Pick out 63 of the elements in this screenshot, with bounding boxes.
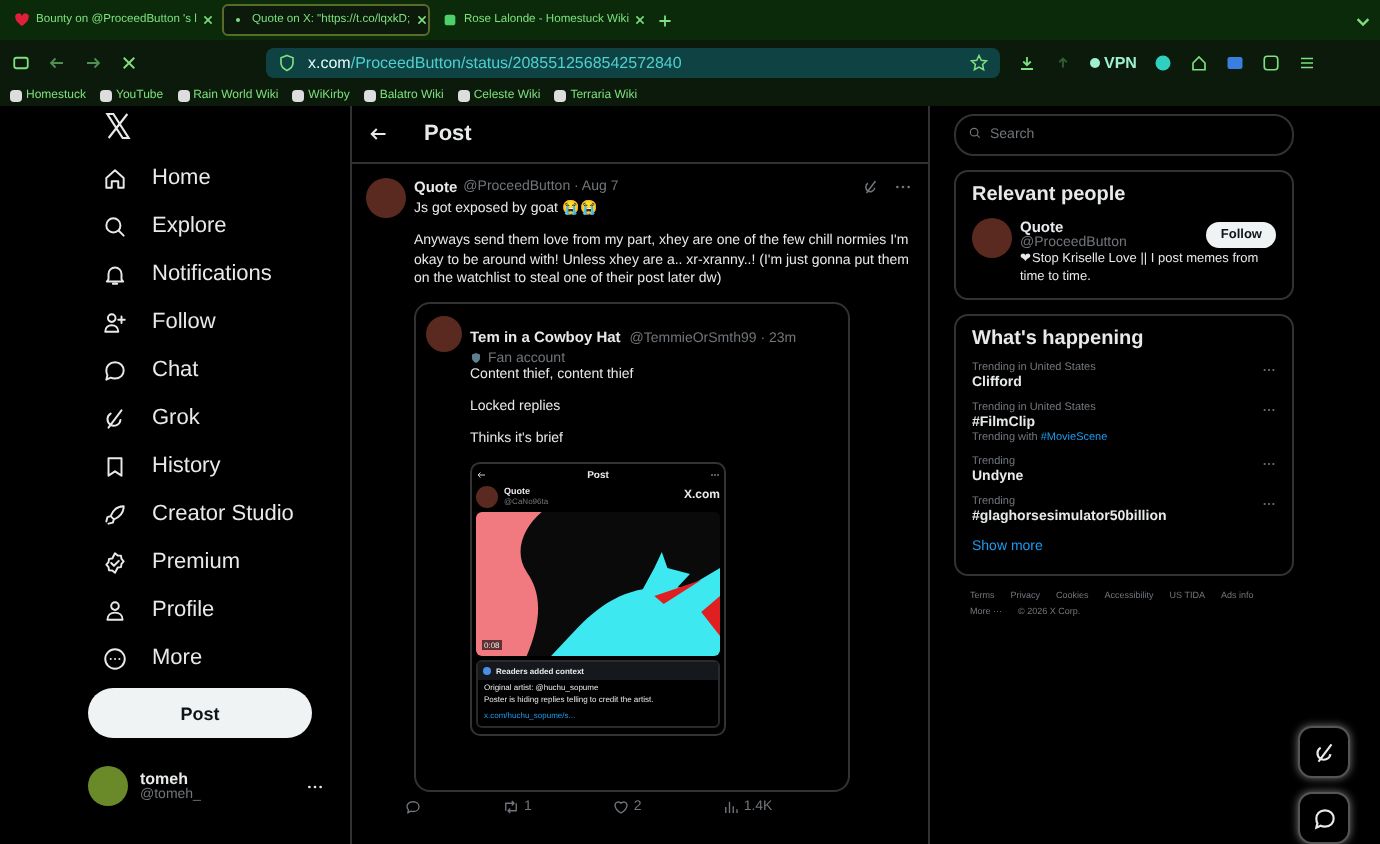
nav-item[interactable]: Creator Studio	[88, 490, 350, 538]
repost-icon	[502, 797, 520, 816]
badge-check-icon	[102, 549, 128, 575]
shield-icon	[278, 53, 296, 71]
nav-item[interactable]: History	[88, 442, 350, 490]
post-button[interactable]: Post	[88, 688, 312, 738]
close-icon[interactable]	[202, 14, 215, 26]
grok-button[interactable]	[1298, 726, 1350, 778]
nav-item[interactable]: Chat	[88, 346, 350, 394]
nav-item[interactable]: Premium	[88, 538, 350, 586]
page-title: Post	[424, 122, 472, 146]
menu-icon[interactable]	[1298, 53, 1317, 71]
house-icon	[102, 165, 128, 191]
reply-action[interactable]	[404, 797, 422, 816]
speech-bubble-icon	[1311, 805, 1337, 831]
quoted-post[interactable]	[414, 301, 850, 792]
person-plus-icon	[102, 309, 128, 335]
address-bar[interactable]: x.com/ProceedButton/status/2085512568542572840	[266, 47, 1000, 77]
heart-icon	[611, 797, 630, 816]
person-icon	[102, 597, 128, 623]
nav-item[interactable]: Home	[88, 154, 350, 202]
speech-bubble-icon	[404, 797, 422, 816]
back-arrow-icon	[476, 470, 486, 481]
card-title: What's happening	[972, 328, 1146, 351]
nav-item[interactable]: Explore	[88, 202, 350, 250]
tab-favicon-icon	[14, 12, 30, 28]
stop-icon[interactable]	[120, 53, 138, 71]
share-icon[interactable]	[1054, 53, 1072, 71]
vpn-button[interactable]: VPN	[1090, 53, 1137, 71]
x-logo-icon[interactable]	[102, 110, 134, 142]
bookmark-icon	[102, 453, 128, 479]
bell-icon	[102, 261, 128, 287]
star-icon[interactable]	[970, 53, 988, 71]
close-icon[interactable]	[634, 14, 647, 26]
avatar	[476, 485, 498, 508]
card-title: Relevant people	[972, 184, 1128, 206]
nav-item[interactable]: More	[88, 634, 350, 682]
search-icon	[102, 213, 128, 239]
back-arrow-icon[interactable]	[368, 124, 388, 144]
download-icon[interactable]	[1018, 53, 1036, 71]
chat-button[interactable]	[1298, 792, 1350, 844]
tab-favicon-icon	[230, 12, 246, 28]
bar-chart-icon	[721, 797, 740, 816]
account-name: tomeh	[140, 770, 188, 788]
nav-item[interactable]: Profile	[88, 586, 350, 634]
nav-item[interactable]: Notifications	[88, 250, 350, 298]
new-tab-icon[interactable]	[658, 13, 672, 27]
house-icon[interactable]	[1190, 53, 1209, 71]
sidebar-icon[interactable]	[12, 53, 30, 71]
shield-icon	[470, 352, 482, 365]
close-icon[interactable]	[416, 14, 429, 26]
avatar[interactable]	[88, 766, 128, 806]
nav-item[interactable]: Grok	[88, 394, 350, 442]
rocket-icon	[102, 501, 128, 527]
tab-favicon-icon	[442, 12, 458, 28]
avatar	[426, 315, 462, 352]
more-icon[interactable]	[306, 783, 324, 789]
speech-bubble-icon	[102, 357, 128, 383]
search-icon	[968, 126, 982, 140]
nav-item[interactable]: Follow	[88, 298, 350, 346]
url-text: x.com/ProceedButton/status/2085512568542572840	[308, 53, 684, 71]
forward-arrow-icon[interactable]	[84, 53, 102, 71]
more-icon	[102, 645, 128, 671]
